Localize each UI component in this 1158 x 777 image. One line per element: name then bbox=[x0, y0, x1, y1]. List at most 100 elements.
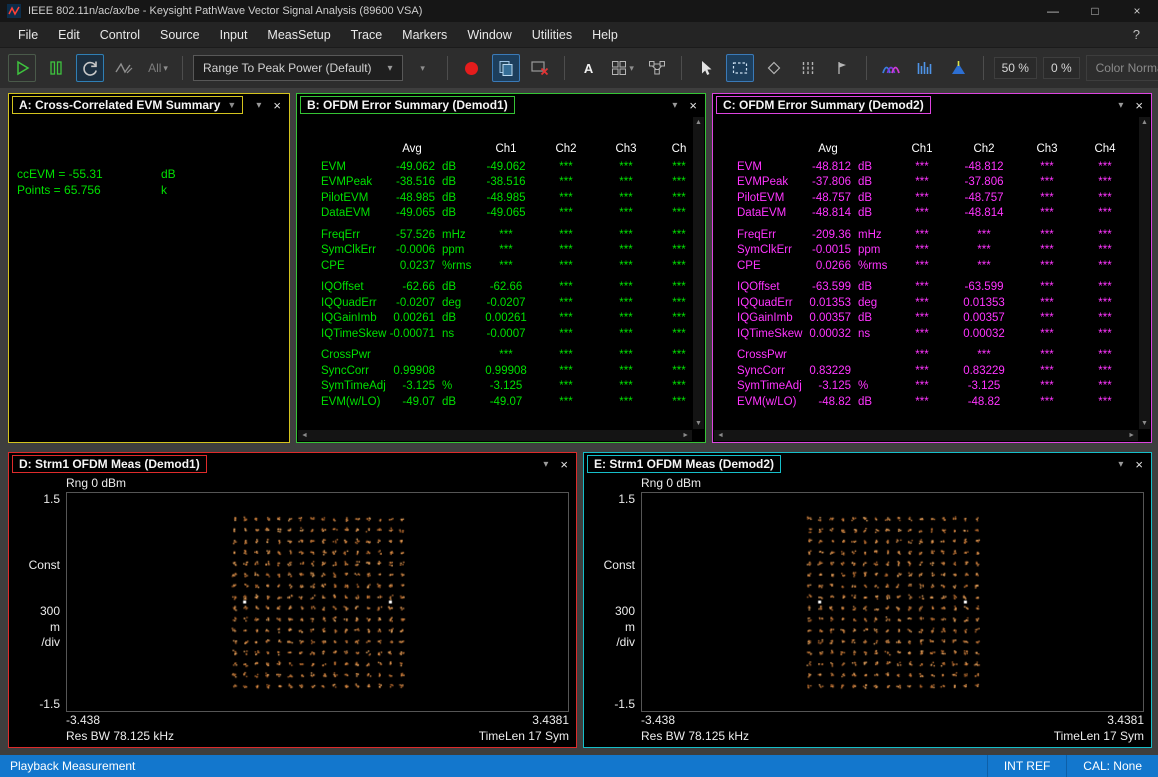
menu-item-window[interactable]: Window bbox=[457, 22, 521, 48]
scroll-up-icon[interactable]: ▲ bbox=[1141, 119, 1148, 126]
workspace: A: Cross-Correlated EVM Summary ▼ ▾ × cc… bbox=[0, 88, 1158, 755]
menu-item-edit[interactable]: Edit bbox=[48, 22, 90, 48]
annotation-text-button[interactable]: A bbox=[575, 54, 603, 82]
scroll-down-icon[interactable]: ▼ bbox=[695, 420, 702, 427]
overlap-percent-label: 0 % bbox=[1043, 57, 1080, 79]
selection-box-icon bbox=[731, 60, 749, 76]
calibration-indicator[interactable]: CAL: None bbox=[1066, 755, 1158, 777]
zoom-select-button[interactable] bbox=[726, 54, 754, 82]
table-row: SyncCorr0.999080.99908********* bbox=[321, 364, 693, 380]
peak-search-button[interactable] bbox=[945, 54, 973, 82]
menu-item-utilities[interactable]: Utilities bbox=[522, 22, 582, 48]
menu-item-trace[interactable]: Trace bbox=[341, 22, 393, 48]
table-row: IQTimeSkew-0.00071ns-0.0007********* bbox=[321, 327, 693, 343]
toolbar: All ▾ Range To Peak Power (Default) ▾ ▾ … bbox=[0, 48, 1158, 88]
range-dropdown[interactable]: Range To Peak Power (Default) ▾ bbox=[193, 55, 403, 81]
res-bw-label: Res BW 78.125 kHz bbox=[641, 728, 749, 744]
close-button[interactable]: × bbox=[1116, 0, 1158, 22]
pointer-tool-button[interactable] bbox=[692, 54, 720, 82]
panel-title-dropdown[interactable]: E: Strm1 OFDM Meas (Demod2) bbox=[587, 455, 781, 473]
all-dropdown-label: All bbox=[148, 61, 161, 75]
panel-menu-icon[interactable]: ▾ bbox=[1118, 459, 1123, 470]
scroll-left-icon[interactable]: ◄ bbox=[717, 432, 724, 439]
marker-flag-button[interactable] bbox=[828, 54, 856, 82]
panel-close-icon[interactable]: × bbox=[273, 98, 281, 113]
scroll-left-icon[interactable]: ◄ bbox=[301, 432, 308, 439]
summary-line: Points = 65.756 k bbox=[17, 182, 289, 198]
menu-item-meassetup[interactable]: MeasSetup bbox=[257, 22, 340, 48]
node-diagram-button[interactable] bbox=[643, 54, 671, 82]
horizontal-scrollbar[interactable]: ◄► bbox=[714, 430, 1138, 441]
panel-menu-icon[interactable]: ▾ bbox=[672, 100, 677, 111]
panel-menu-icon[interactable]: ▾ bbox=[1118, 100, 1123, 111]
scroll-right-icon[interactable]: ► bbox=[1128, 432, 1135, 439]
copy-trace-button[interactable] bbox=[492, 54, 520, 82]
vertical-scrollbar[interactable]: ▲▼ bbox=[693, 117, 704, 429]
table-row: IQQuadErr-0.0207deg-0.0207********* bbox=[321, 296, 693, 312]
x-min-label: -3.438 bbox=[66, 712, 100, 728]
menu-item-file[interactable]: File bbox=[8, 22, 48, 48]
play-button[interactable] bbox=[8, 54, 36, 82]
maximize-button[interactable]: □ bbox=[1074, 0, 1116, 22]
reference-indicator[interactable]: INT REF bbox=[987, 755, 1066, 777]
layout-grid-button[interactable]: ▾ bbox=[609, 54, 637, 82]
panel-title-dropdown[interactable]: B: OFDM Error Summary (Demod1) bbox=[300, 96, 515, 114]
panel-close-icon[interactable]: × bbox=[1135, 98, 1143, 113]
range-extra-dropdown[interactable]: ▾ bbox=[409, 54, 437, 82]
panel-title-dropdown[interactable]: A: Cross-Correlated EVM Summary ▼ bbox=[12, 96, 243, 114]
table-row: SymTimeAdj-3.125%***-3.125****** bbox=[737, 379, 1139, 395]
color-dropdown[interactable]: Color Normal bbox=[1086, 55, 1158, 81]
table-row: DataEVM-49.065dB-49.065********* bbox=[321, 206, 693, 222]
scroll-down-icon[interactable]: ▼ bbox=[1141, 420, 1148, 427]
constellation-plot[interactable] bbox=[641, 492, 1144, 712]
menu-item-control[interactable]: Control bbox=[90, 22, 150, 48]
panel-title-dropdown[interactable]: D: Strm1 OFDM Meas (Demod1) bbox=[12, 455, 207, 473]
toolbar-separator bbox=[447, 56, 448, 80]
screen-close-icon bbox=[530, 59, 550, 77]
spectrum-lines-button[interactable] bbox=[911, 54, 939, 82]
panel-menu-icon[interactable]: ▾ bbox=[543, 459, 548, 470]
sweep-edit-button[interactable] bbox=[110, 54, 138, 82]
horizontal-scrollbar[interactable]: ◄► bbox=[298, 430, 692, 441]
constellation-plot[interactable] bbox=[66, 492, 569, 712]
statusbar-indicators: INT REF CAL: None bbox=[987, 755, 1158, 777]
continuous-restart-button[interactable] bbox=[76, 54, 104, 82]
table-row: DataEVM-48.814dB***-48.814****** bbox=[737, 206, 1139, 222]
panel-close-icon[interactable]: × bbox=[689, 98, 697, 113]
marker-diamond-button[interactable] bbox=[760, 54, 788, 82]
menu-item-help[interactable]: Help bbox=[582, 22, 628, 48]
timelen-label: TimeLen 17 Sym bbox=[479, 728, 569, 744]
panel-menu-icon[interactable]: ▾ bbox=[256, 100, 261, 111]
error-summary-table: AvgCh1Ch2Ch3ChEVM-49.062dB-49.062*******… bbox=[297, 116, 693, 430]
close-measurement-button[interactable] bbox=[526, 54, 554, 82]
summary-readout: ccEVM = -55.31 dB Points = 65.756 k bbox=[9, 116, 289, 198]
scroll-up-icon[interactable]: ▲ bbox=[695, 119, 702, 126]
menu-item-source[interactable]: Source bbox=[150, 22, 210, 48]
error-summary-table: AvgCh1Ch2Ch3Ch4EVM-48.812dB***-48.812***… bbox=[713, 116, 1139, 430]
panel-close-icon[interactable]: × bbox=[560, 457, 568, 472]
help-icon[interactable]: ? bbox=[1123, 27, 1150, 42]
toolbar-separator bbox=[681, 56, 682, 80]
all-dropdown[interactable]: All ▾ bbox=[144, 54, 172, 82]
table-header-row: AvgCh1Ch2Ch3Ch bbox=[321, 142, 693, 158]
scroll-right-icon[interactable]: ► bbox=[682, 432, 689, 439]
table-row: IQQuadErr0.01353deg***0.01353****** bbox=[737, 296, 1139, 312]
record-icon bbox=[465, 62, 478, 75]
toolbar-separator bbox=[564, 56, 565, 80]
y-axis-labels: 1.5 Const 300 m /div -1.5 bbox=[584, 492, 641, 712]
menu-item-markers[interactable]: Markers bbox=[392, 22, 457, 48]
record-button[interactable] bbox=[458, 54, 486, 82]
band-power-button[interactable] bbox=[794, 54, 822, 82]
spectrogram-button[interactable] bbox=[877, 54, 905, 82]
table-row: EVM(w/LO)-49.07dB-49.07********* bbox=[321, 395, 693, 411]
ccevm-unit: dB bbox=[161, 166, 176, 182]
minimize-button[interactable]: — bbox=[1032, 0, 1074, 22]
panel-title-dropdown[interactable]: C: OFDM Error Summary (Demod2) bbox=[716, 96, 931, 114]
panel-close-icon[interactable]: × bbox=[1135, 457, 1143, 472]
vertical-scrollbar[interactable]: ▲▼ bbox=[1139, 117, 1150, 429]
pause-button[interactable] bbox=[42, 54, 70, 82]
flag-icon bbox=[834, 60, 850, 76]
scale-value-label: 300 bbox=[615, 604, 635, 618]
menu-item-input[interactable]: Input bbox=[210, 22, 258, 48]
chevron-down-icon: ▾ bbox=[163, 63, 168, 74]
